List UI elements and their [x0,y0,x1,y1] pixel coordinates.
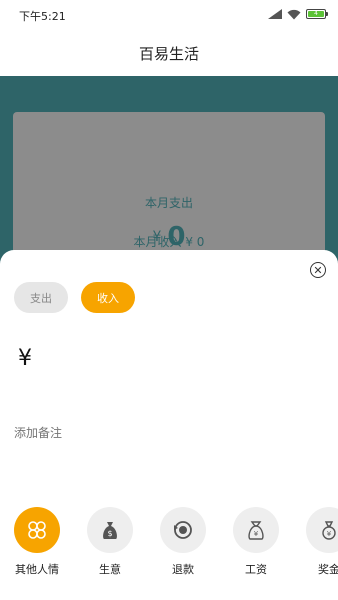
close-button[interactable]: ✕ [310,262,326,278]
salary-bag-icon: ¥ [233,507,279,553]
category-label: 其他人情 [15,563,59,576]
four-petal-icon [14,507,60,553]
app-header: 百易生活 [0,30,338,76]
category-business[interactable]: $ 生意 [87,507,133,577]
page-title: 百易生活 [138,44,199,63]
battery-icon: 4 [306,9,328,19]
month-expense-label: 本月支出 [144,196,193,210]
category-label: 退款 [172,563,194,576]
category-label: 奖金 [318,563,338,576]
close-icon: ✕ [313,263,323,277]
status-time: 下午5:21 [19,10,66,23]
bonus-bag-icon: ¥ [306,507,338,553]
wifi-icon [287,9,301,19]
note-input[interactable] [14,426,314,440]
category-label: 生意 [99,563,121,576]
svg-text:$: $ [107,529,112,538]
refund-icon [160,507,206,553]
svg-text:¥: ¥ [254,530,259,538]
battery-level: 4 [308,11,324,17]
category-other-favor[interactable]: 其他人情 [14,507,60,577]
month-income-text: 本月收入 ¥ 0 [133,235,205,249]
amount-input[interactable]: ¥ [18,346,32,371]
tab-income[interactable]: 收入 [81,282,135,313]
signal-icon [268,9,282,19]
status-bar: 下午5:21 4 [0,0,338,30]
svg-text:¥: ¥ [327,530,332,538]
status-icons: 4 [268,8,328,20]
money-bag-icon: $ [87,507,133,553]
add-record-sheet: 本月收入 ¥ 0 ✕ 支出 收入 ¥ 其他人情 [0,235,338,600]
record-type-tabs: 支出 收入 [14,282,135,313]
category-bonus[interactable]: ¥ 奖金 [306,507,338,577]
category-salary[interactable]: ¥ 工资 [233,507,279,577]
category-list: 其他人情 $ 生意 退款 ¥ 工资 ¥ 奖金 [14,507,338,577]
category-refund[interactable]: 退款 [160,507,206,577]
tab-expense[interactable]: 支出 [14,282,68,313]
category-label: 工资 [245,563,267,576]
